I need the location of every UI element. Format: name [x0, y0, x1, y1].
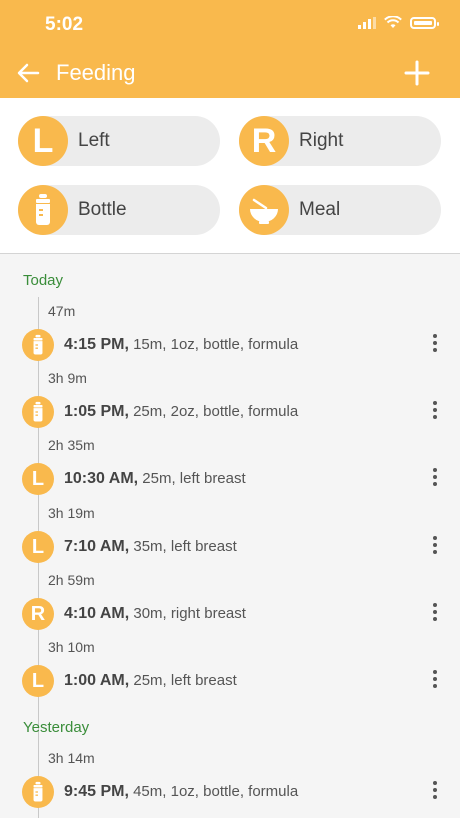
entry-text: 7:10 AM, 35m, left breast: [64, 538, 237, 556]
more-options-icon[interactable]: [424, 600, 446, 628]
bottle-label: Bottle: [78, 199, 127, 220]
entry-time: 1:00 AM,: [64, 672, 130, 689]
battery-icon: [410, 16, 439, 29]
entry-details: 35m, left breast: [133, 538, 237, 555]
entry-text: 4:10 AM, 30m, right breast: [64, 605, 246, 623]
feeding-entry[interactable]: 4:15 PM, 15m, 1oz, bottle, formula: [0, 327, 460, 363]
feeding-entry[interactable]: L 10:30 AM, 25m, left breast: [0, 461, 460, 497]
entry-details: 30m, right breast: [133, 605, 246, 622]
bottle-icon: [18, 185, 68, 235]
right-label: Right: [299, 130, 344, 151]
left-icon: L: [22, 531, 54, 563]
bottle-icon: [22, 776, 54, 808]
left-icon: L: [22, 463, 54, 495]
gap-label: 2h 35m: [48, 437, 95, 453]
feeding-entry[interactable]: L 7:10 AM, 35m, left breast: [0, 529, 460, 565]
meal-button[interactable]: Meal: [239, 185, 441, 235]
entry-details: 45m, 1oz, bottle, formula: [133, 783, 299, 800]
day-label-today: Today: [23, 272, 64, 289]
gap-label: 2h 59m: [48, 572, 95, 588]
entry-time: 1:05 PM,: [64, 403, 129, 420]
right-breast-button[interactable]: R Right: [239, 116, 441, 166]
entry-time: 10:30 AM,: [64, 470, 139, 487]
entry-details: 15m, 1oz, bottle, formula: [133, 336, 299, 353]
more-options-icon[interactable]: [424, 398, 446, 426]
more-options-icon[interactable]: [424, 331, 446, 359]
more-options-icon[interactable]: [424, 778, 446, 806]
feeding-entry[interactable]: L 1:00 AM, 25m, left breast: [0, 663, 460, 699]
entry-details: 25m, left breast: [133, 672, 237, 689]
entry-text: 1:05 PM, 25m, 2oz, bottle, formula: [64, 403, 298, 421]
entry-time: 4:15 PM,: [64, 336, 129, 353]
bowl-icon: [239, 185, 289, 235]
entry-time: 9:45 PM,: [64, 783, 129, 800]
wifi-icon: [384, 16, 402, 28]
gap-label: 3h 14m: [48, 750, 95, 766]
more-options-icon[interactable]: [424, 533, 446, 561]
back-arrow-icon[interactable]: [14, 58, 44, 88]
bottle-button[interactable]: Bottle: [18, 185, 220, 235]
entry-text: 10:30 AM, 25m, left breast: [64, 470, 246, 488]
status-icons: [358, 16, 439, 29]
more-options-icon[interactable]: [424, 465, 446, 493]
more-options-icon[interactable]: [424, 667, 446, 695]
gap-label: 3h 10m: [48, 639, 95, 655]
signal-icon: [358, 16, 376, 29]
app-header: 5:02 Feeding: [0, 0, 460, 98]
bottle-icon: [22, 396, 54, 428]
entry-text: 9:45 PM, 45m, 1oz, bottle, formula: [64, 783, 298, 801]
add-icon[interactable]: [402, 58, 432, 88]
feeding-entry[interactable]: 9:45 PM, 45m, 1oz, bottle, formula: [0, 774, 460, 810]
right-icon: R: [239, 116, 289, 166]
day-label-yesterday: Yesterday: [23, 719, 90, 736]
gap-label: 47m: [48, 303, 76, 319]
entry-text: 4:15 PM, 15m, 1oz, bottle, formula: [64, 336, 298, 354]
left-label: Left: [78, 130, 110, 151]
entry-time: 7:10 AM,: [64, 538, 130, 555]
page-title: Feeding: [56, 60, 136, 85]
left-icon: L: [18, 116, 68, 166]
entry-details: 25m, 2oz, bottle, formula: [133, 403, 299, 420]
left-breast-button[interactable]: L Left: [18, 116, 220, 166]
quick-add-panel: L Left R Right Bottle Meal: [0, 98, 460, 254]
status-time: 5:02: [45, 14, 84, 35]
gap-label: 3h 9m: [48, 370, 87, 386]
gap-label: 3h 19m: [48, 505, 95, 521]
feeding-timeline: Today 47m 4:15 PM, 15m, 1oz, bottle, for…: [0, 255, 460, 818]
right-icon: R: [22, 598, 54, 630]
feeding-entry[interactable]: R 4:10 AM, 30m, right breast: [0, 596, 460, 632]
meal-label: Meal: [299, 199, 341, 220]
entry-text: 1:00 AM, 25m, left breast: [64, 672, 237, 690]
entry-time: 4:10 AM,: [64, 605, 130, 622]
left-icon: L: [22, 665, 54, 697]
bottle-icon: [22, 329, 54, 361]
feeding-entry[interactable]: 1:05 PM, 25m, 2oz, bottle, formula: [0, 394, 460, 430]
entry-details: 25m, left breast: [142, 470, 246, 487]
